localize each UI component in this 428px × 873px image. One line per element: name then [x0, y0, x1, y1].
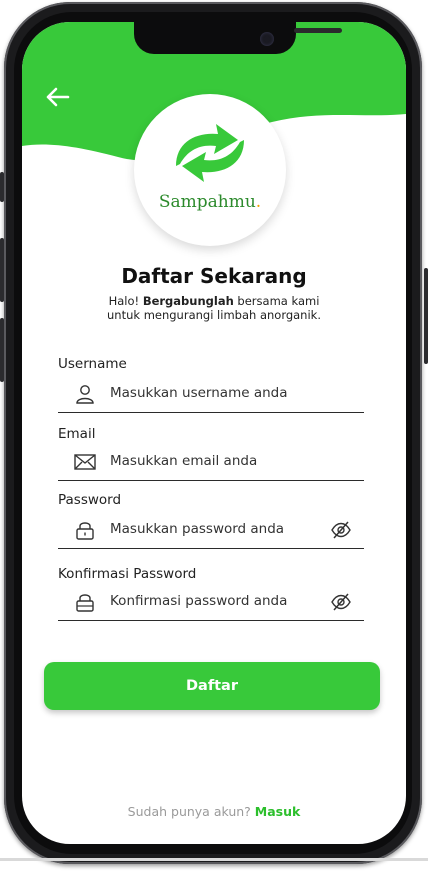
mail-icon — [74, 454, 96, 470]
password-field[interactable] — [58, 512, 364, 549]
brand-dot: . — [255, 192, 262, 212]
eye-off-icon[interactable] — [330, 592, 352, 612]
page-subtitle: Halo! Bergabunglah bersama kami untuk me… — [107, 294, 321, 322]
arrow-left-icon[interactable] — [42, 82, 72, 112]
email-label: Email — [58, 426, 96, 442]
masuk-link[interactable]: Masuk — [255, 804, 301, 819]
confirm-password-input[interactable] — [110, 584, 320, 618]
username-field[interactable] — [58, 376, 364, 413]
user-icon — [76, 385, 94, 404]
login-prompt-text: Sudah punya akun? — [127, 804, 251, 819]
confirm-password-field[interactable] — [58, 584, 364, 621]
username-input[interactable] — [110, 376, 320, 410]
front-camera — [260, 32, 274, 46]
app-logo: Sampahmu. — [134, 94, 286, 246]
subtitle-bold: Bergabunglah — [142, 294, 234, 308]
notch — [134, 22, 342, 54]
volume-up-button — [0, 238, 4, 302]
lock-icon — [76, 594, 94, 612]
brand-name: Sampahmu. — [158, 192, 262, 212]
bottom-divider — [0, 858, 428, 861]
page-title: Daftar Sekarang — [121, 264, 307, 288]
confirm-password-label: Konfirmasi Password — [58, 566, 197, 582]
silent-switch — [0, 172, 4, 202]
speaker-grille — [294, 28, 342, 33]
lock-icon — [76, 522, 94, 540]
power-button — [424, 268, 428, 364]
login-prompt: Sudah punya akun? Masuk — [22, 804, 406, 819]
email-input[interactable] — [110, 444, 320, 478]
username-label: Username — [58, 356, 127, 372]
eye-off-icon[interactable] — [330, 520, 352, 540]
password-label: Password — [58, 492, 122, 508]
app-screen: Sampahmu. Daftar Sekarang Halo! Bergabun… — [22, 22, 406, 844]
volume-down-button — [0, 318, 4, 382]
recycle-arrows-icon — [176, 124, 244, 182]
daftar-button[interactable]: Daftar — [44, 662, 380, 710]
email-field[interactable] — [58, 444, 364, 481]
password-input[interactable] — [110, 512, 320, 546]
